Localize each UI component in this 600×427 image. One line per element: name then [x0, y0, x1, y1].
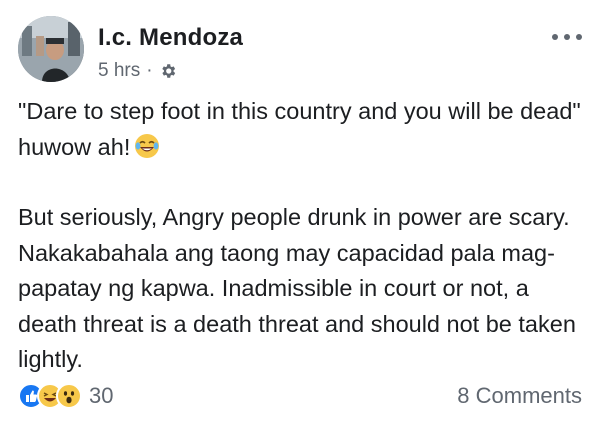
author-name[interactable]: I.c. Mendoza [98, 24, 243, 52]
wow-reaction-icon [56, 383, 82, 409]
post-footer: 30 8 Comments [18, 378, 582, 414]
more-dot [552, 34, 558, 40]
reaction-count[interactable]: 30 [89, 383, 113, 409]
more-options-icon[interactable] [552, 30, 582, 44]
avatar-photo [18, 16, 84, 82]
laughing-tears-emoji-icon [134, 133, 160, 159]
more-dot [564, 34, 570, 40]
post-body: "Dare to step foot in this country and y… [18, 94, 586, 378]
post-paragraph-1: "Dare to step foot in this country and y… [18, 94, 586, 165]
reactions-summary[interactable]: 30 [18, 383, 113, 409]
reaction-icons [18, 383, 82, 409]
gear-icon[interactable] [159, 62, 177, 80]
meta-separator: · [146, 60, 153, 81]
more-dot [576, 34, 582, 40]
post-meta: 5 hrs · [98, 60, 177, 82]
comments-count-link[interactable]: 8 Comments [457, 383, 582, 409]
post-paragraph-2: But seriously, Angry people drunk in pow… [18, 204, 576, 372]
post-header: I.c. Mendoza 5 hrs · [18, 16, 582, 88]
post-timestamp[interactable]: 5 hrs [98, 60, 140, 82]
facebook-post: I.c. Mendoza 5 hrs · "Dare to step foot … [0, 0, 600, 427]
post-paragraph-1-text: "Dare to step foot in this country and y… [18, 98, 581, 160]
avatar[interactable] [18, 16, 84, 82]
